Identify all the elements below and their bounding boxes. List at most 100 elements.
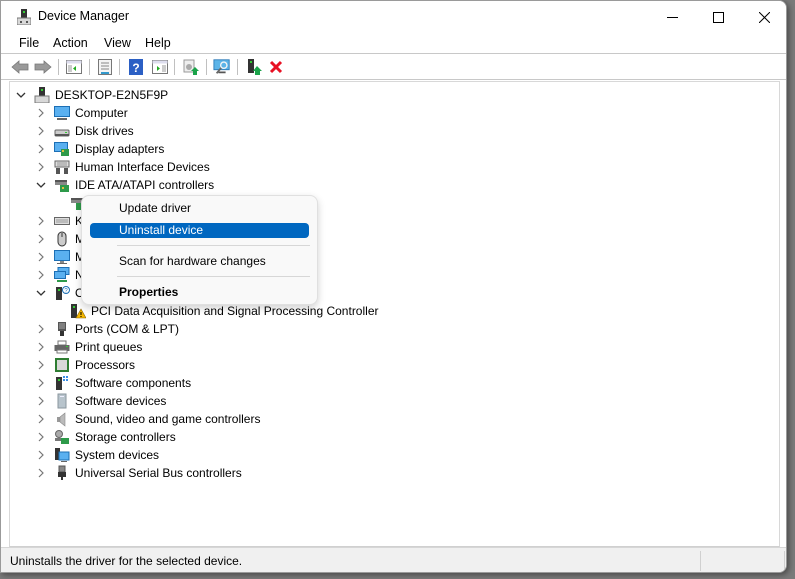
back-button[interactable]	[11, 58, 29, 76]
keyboard-icon	[54, 217, 70, 225]
tree-item-label: Disk drives	[75, 124, 134, 138]
tree-item-software-devices[interactable]: Software devices	[36, 392, 166, 410]
maximize-button[interactable]	[695, 1, 741, 33]
tree-item-system-devices[interactable]: System devices	[36, 446, 159, 464]
context-menu-uninstall-device[interactable]: Uninstall device	[90, 223, 309, 238]
arrow-left-icon	[11, 60, 29, 74]
add-legacy-hardware-button[interactable]	[245, 58, 263, 76]
chevron-right-icon[interactable]	[36, 144, 46, 154]
forward-button[interactable]	[34, 58, 52, 76]
tree-item-label: Ports (COM & LPT)	[75, 322, 180, 336]
tree-item-network-adapters[interactable]: N	[36, 266, 84, 284]
context-menu-properties[interactable]: Properties	[90, 285, 309, 300]
menu-view[interactable]: View	[104, 36, 131, 50]
port-icon	[58, 322, 66, 336]
chevron-right-icon[interactable]	[36, 360, 46, 370]
tree-item-processors[interactable]: Processors	[36, 356, 135, 374]
chevron-right-icon[interactable]	[36, 414, 46, 424]
tree-root-label: DESKTOP-E2N5F9P	[55, 88, 169, 102]
uninstall-device-button[interactable]	[267, 58, 285, 76]
title-bar: Device Manager	[1, 1, 786, 33]
tree-item-display-adapters[interactable]: Display adapters	[36, 140, 164, 158]
tree-item-computer[interactable]: Computer	[36, 104, 128, 122]
chevron-right-icon[interactable]	[36, 162, 46, 172]
chevron-right-icon[interactable]	[36, 342, 46, 352]
tree-root[interactable]: DESKTOP-E2N5F9P	[16, 86, 168, 104]
show-action-pane-button[interactable]	[151, 58, 169, 76]
status-text: Uninstalls the driver for the selected d…	[10, 554, 243, 568]
update-driver-button[interactable]	[182, 58, 200, 76]
chevron-down-icon[interactable]	[36, 180, 46, 190]
tree-item-label: PCI Data Acquisition and Signal Processi…	[91, 304, 379, 318]
scan-hardware-button[interactable]	[213, 58, 231, 76]
menu-help[interactable]: Help	[145, 36, 171, 50]
tree-item-sound-video-game-controllers[interactable]: Sound, video and game controllers	[36, 410, 260, 428]
chevron-right-icon[interactable]	[36, 108, 46, 118]
device-tree[interactable]: DESKTOP-E2N5F9P Computer Disk drives Dis…	[9, 81, 780, 547]
chevron-right-icon[interactable]	[36, 234, 46, 244]
menu-file[interactable]: File	[19, 36, 39, 50]
maximize-icon	[712, 11, 724, 23]
tree-item-label: Print queues	[75, 340, 143, 354]
device-manager-window: Device Manager File Action View Help ? D…	[0, 0, 787, 573]
red-x-icon	[269, 60, 283, 74]
tree-item-ide-ata-atapi-controllers[interactable]: IDE ATA/ATAPI controllers	[36, 176, 214, 194]
tree-item-mice[interactable]: M	[36, 230, 85, 248]
tree-item-storage-controllers[interactable]: Storage controllers	[36, 428, 176, 446]
status-bar-divider	[700, 551, 701, 571]
context-menu-separator	[117, 245, 310, 246]
minimize-button[interactable]	[649, 1, 695, 33]
toolbar-separator	[89, 59, 90, 75]
warning-device-icon	[71, 304, 86, 319]
help-button[interactable]: ?	[127, 58, 145, 76]
scan-monitor-icon	[213, 59, 230, 74]
chevron-right-icon[interactable]	[36, 378, 46, 388]
chevron-right-icon[interactable]	[36, 432, 46, 442]
properties-icon	[98, 59, 112, 75]
tree-item-label: Software components	[75, 376, 192, 390]
window-title: Device Manager	[38, 9, 130, 23]
tree-item-label: Human Interface Devices	[75, 160, 210, 174]
toolbar-separator	[119, 59, 120, 75]
tree-item-label: Computer	[75, 106, 128, 120]
add-device-icon	[248, 59, 262, 75]
printer-icon	[54, 340, 70, 354]
properties-button[interactable]	[96, 58, 114, 76]
chevron-right-icon[interactable]	[36, 126, 46, 136]
close-button[interactable]	[741, 1, 786, 33]
status-bar: Uninstalls the driver for the selected d…	[1, 547, 786, 572]
disk-drive-icon	[54, 129, 70, 137]
console-tree-icon	[66, 60, 82, 74]
system-device-icon	[55, 448, 70, 462]
tree-item-software-components[interactable]: Software components	[36, 374, 191, 392]
tree-item-label: Sound, video and game controllers	[75, 412, 261, 426]
tree-item-monitors[interactable]: M	[36, 248, 85, 266]
speaker-icon	[57, 412, 66, 427]
tree-item-usb-controllers[interactable]: Universal Serial Bus controllers	[36, 464, 242, 482]
tree-item-print-queues[interactable]: Print queues	[36, 338, 142, 356]
svg-text:?: ?	[132, 61, 139, 75]
show-hide-console-tree-button[interactable]	[65, 58, 83, 76]
chevron-down-icon[interactable]	[16, 90, 26, 100]
chevron-right-icon[interactable]	[36, 450, 46, 460]
chevron-right-icon[interactable]	[36, 396, 46, 406]
tree-item-ports[interactable]: Ports (COM & LPT)	[36, 320, 179, 338]
toolbar-separator	[206, 59, 207, 75]
context-menu-update-driver[interactable]: Update driver	[90, 201, 309, 216]
tree-item-disk-drives[interactable]: Disk drives	[36, 122, 134, 140]
tree-item-human-interface-devices[interactable]: Human Interface Devices	[36, 158, 210, 176]
chevron-right-icon[interactable]	[36, 216, 46, 226]
tree-item-keyboards[interactable]: K	[36, 212, 83, 230]
chevron-down-icon[interactable]	[36, 288, 46, 298]
menu-action[interactable]: Action	[53, 36, 88, 50]
chevron-right-icon[interactable]	[36, 252, 46, 262]
chevron-right-icon[interactable]	[36, 270, 46, 280]
context-menu-scan-hardware-changes[interactable]: Scan for hardware changes	[90, 254, 309, 269]
action-pane-icon	[152, 60, 168, 74]
chevron-right-icon[interactable]	[36, 324, 46, 334]
tree-item-label: Universal Serial Bus controllers	[75, 466, 242, 480]
tree-item-other-devices[interactable]: ? O	[36, 284, 84, 302]
ide-controller-icon	[55, 180, 69, 192]
help-icon: ?	[129, 59, 143, 75]
chevron-right-icon[interactable]	[36, 468, 46, 478]
